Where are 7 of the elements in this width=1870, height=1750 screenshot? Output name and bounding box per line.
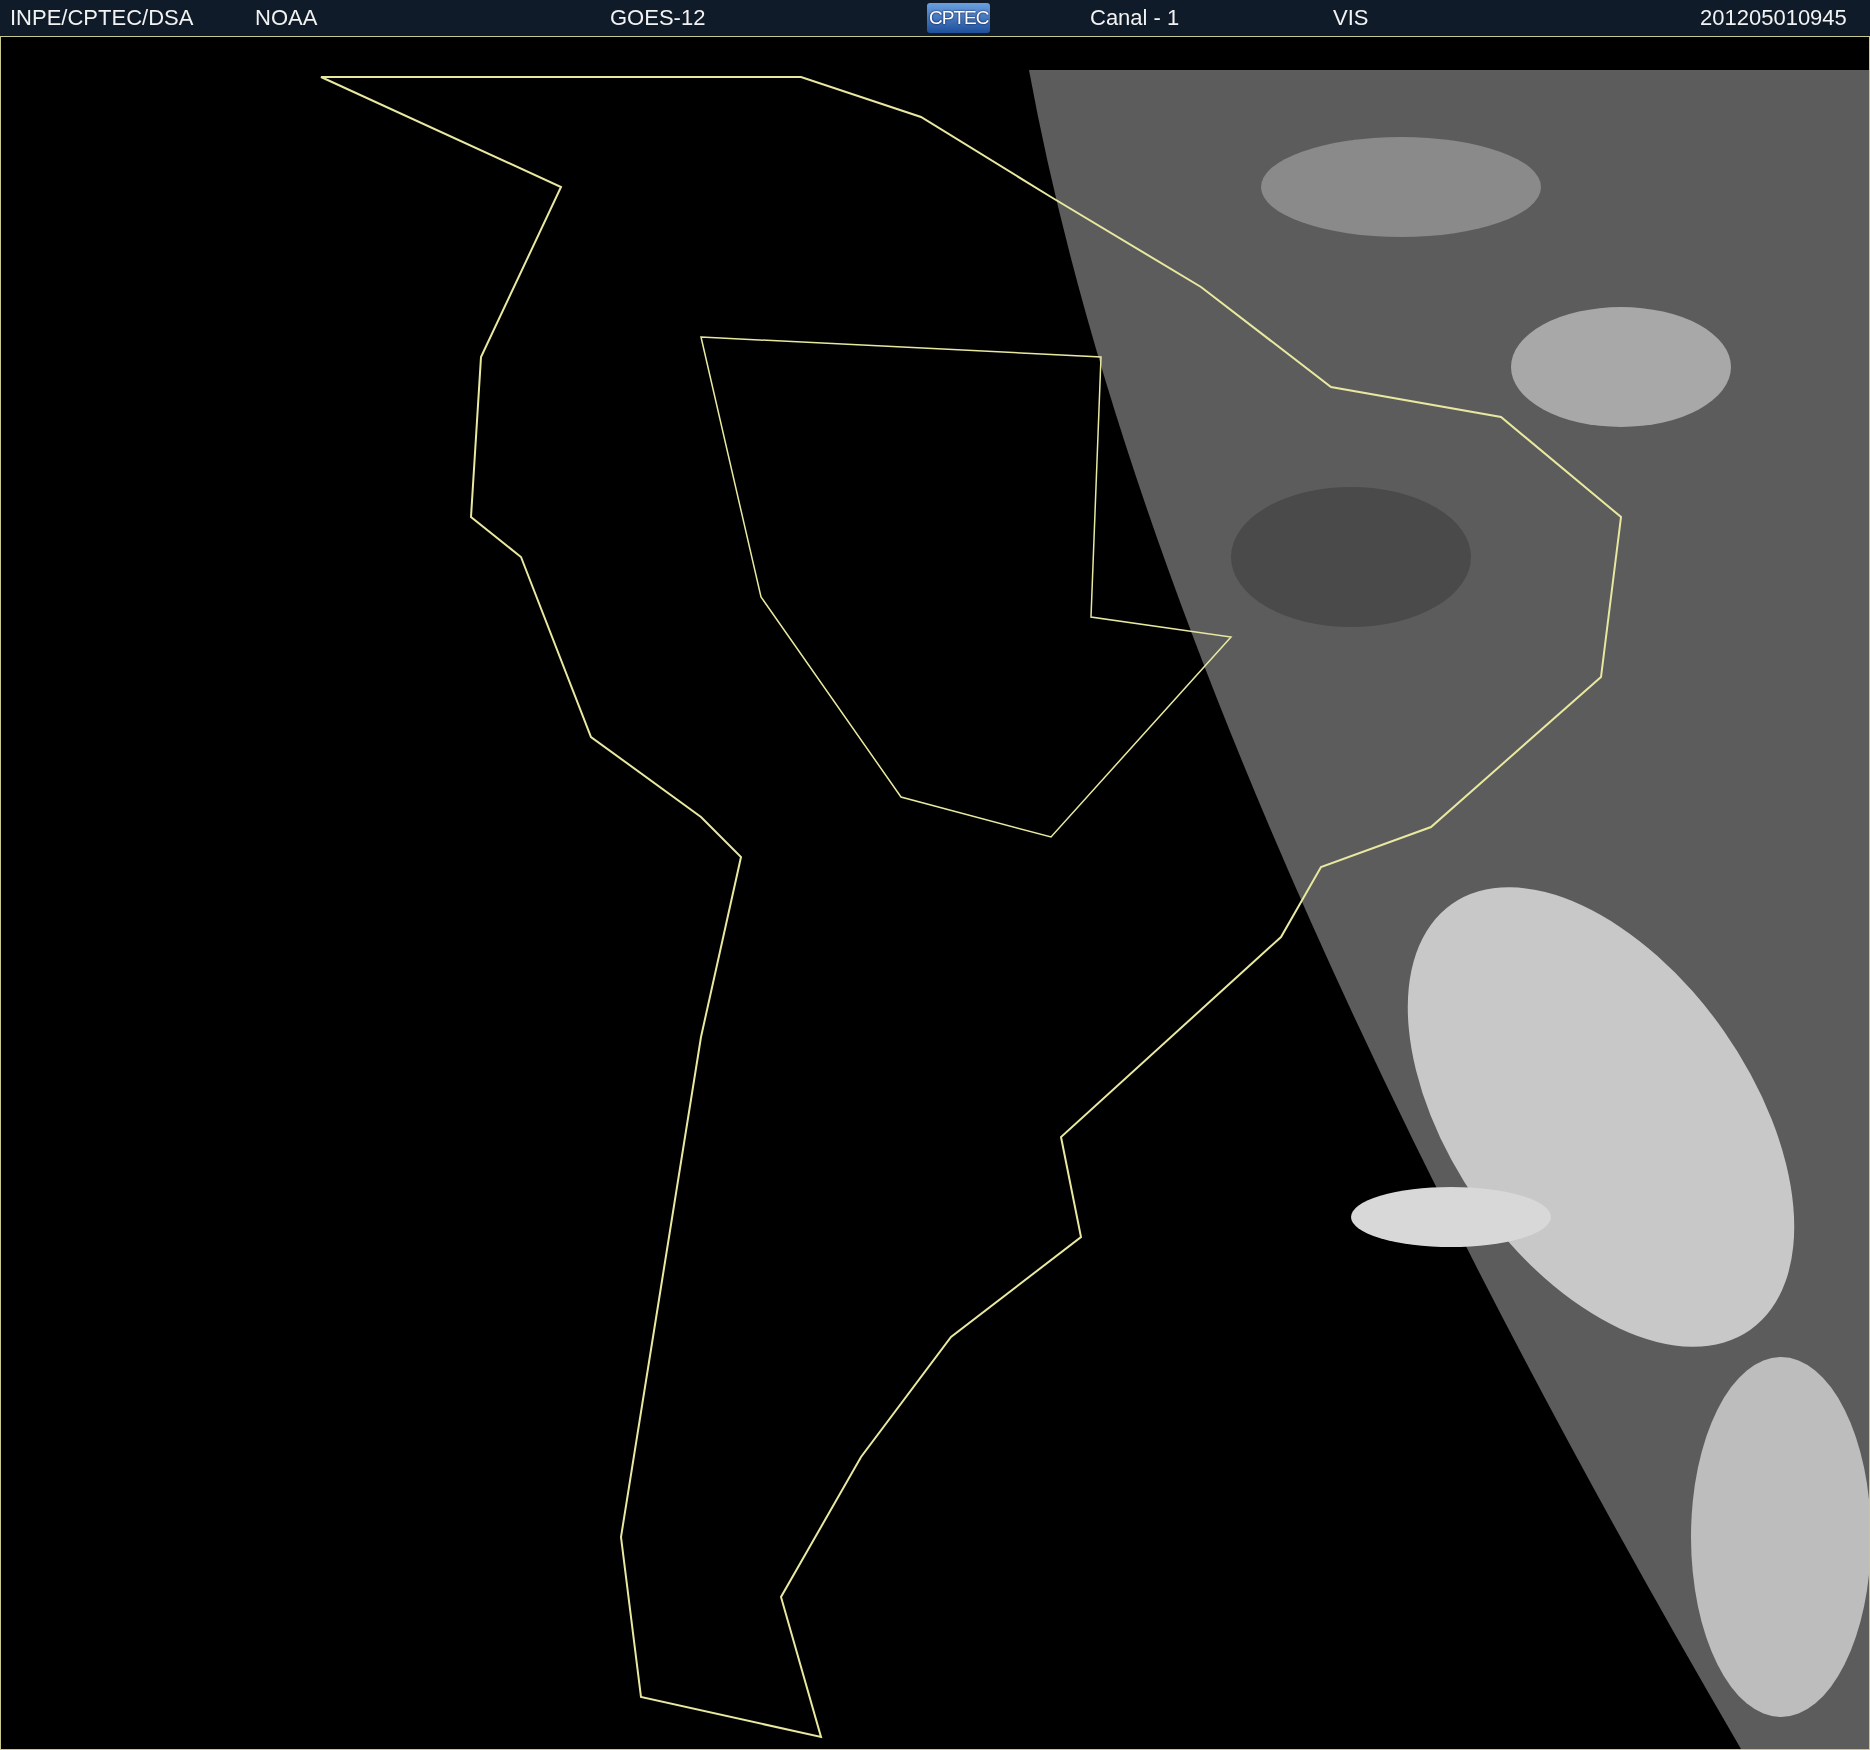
logo: CPTEC — [927, 3, 991, 33]
header-label: Canal - 1 — [1090, 5, 1180, 31]
header-label: NOAA — [255, 5, 318, 31]
header-label: 201205010945 — [1700, 5, 1847, 31]
header-label: VIS — [1333, 5, 1369, 31]
header-label: GOES-12 — [610, 5, 706, 31]
header-label: INPE/CPTEC/DSA — [10, 5, 194, 31]
